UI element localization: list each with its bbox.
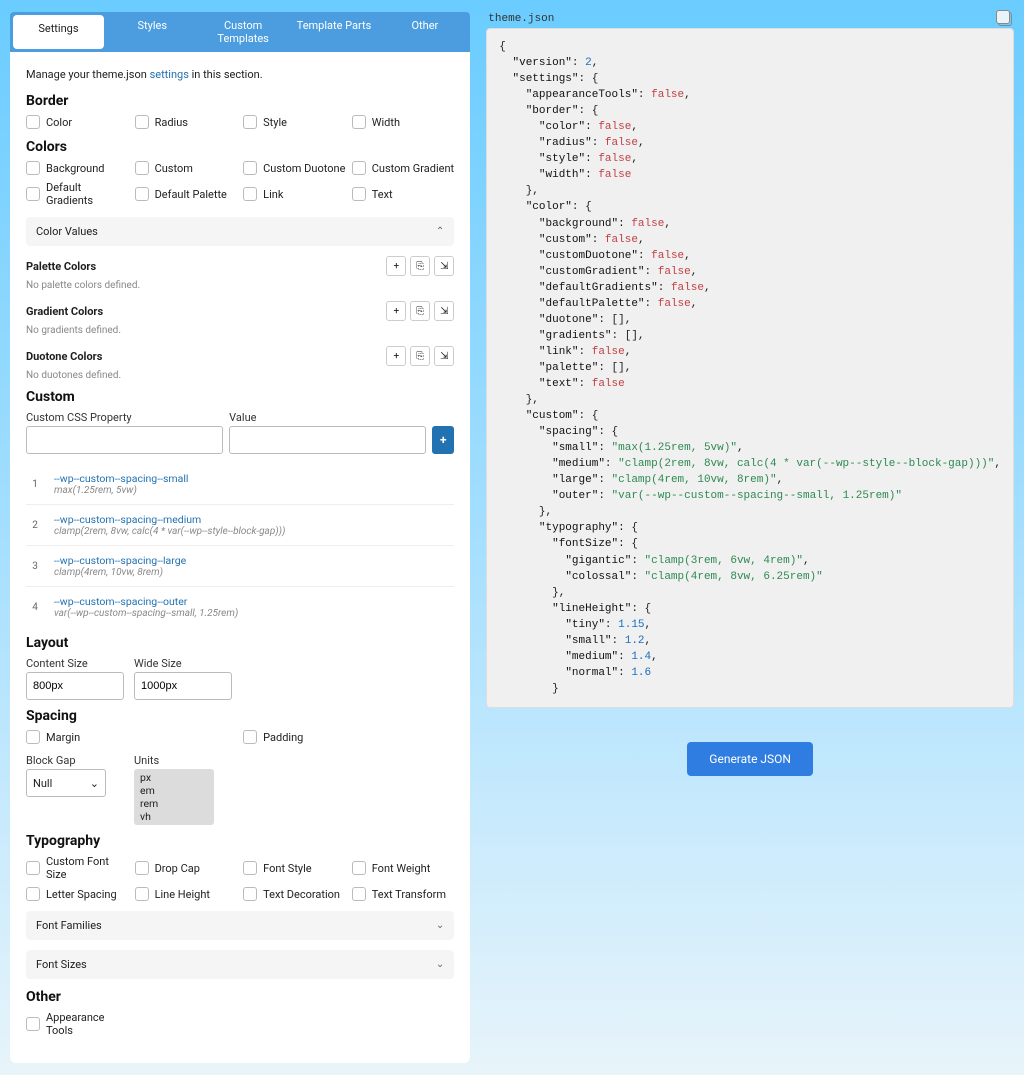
section-typography: Typography: [26, 833, 454, 849]
accordion-font-families[interactable]: Font Families ⌄: [26, 911, 454, 940]
expand-duotone-button[interactable]: ⇲: [434, 346, 454, 366]
input-content-size[interactable]: [26, 672, 124, 700]
duotone-empty: No duotones defined.: [26, 370, 454, 381]
input-css-value[interactable]: [229, 426, 426, 454]
checkbox-custom[interactable]: [135, 161, 149, 175]
palette-empty: No palette colors defined.: [26, 280, 454, 291]
section-other: Other: [26, 989, 454, 1005]
checkbox-border-color[interactable]: [26, 115, 40, 129]
custom-list: 1 --wp--custom--spacing--smallmax(1.25re…: [26, 464, 454, 627]
add-gradient-button[interactable]: +: [386, 301, 406, 321]
checkbox-text-decoration[interactable]: [243, 887, 257, 901]
checkbox-appearance-tools[interactable]: [26, 1017, 40, 1031]
label-css-property: Custom CSS Property: [26, 411, 223, 424]
label-units: Units: [134, 754, 232, 767]
checkbox-border-width[interactable]: [352, 115, 366, 129]
label-block-gap: Block Gap: [26, 754, 124, 767]
checkbox-border-radius[interactable]: [135, 115, 149, 129]
gradient-colors-title: Gradient Colors: [26, 305, 103, 318]
label-css-value: Value: [229, 411, 426, 424]
list-item[interactable]: 1 --wp--custom--spacing--smallmax(1.25re…: [26, 464, 454, 505]
input-css-property[interactable]: [26, 426, 223, 454]
tab-template-parts[interactable]: Template Parts: [289, 12, 380, 52]
tab-settings[interactable]: Settings: [13, 15, 104, 49]
checkbox-font-style[interactable]: [243, 861, 257, 875]
add-custom-button[interactable]: +: [432, 426, 454, 454]
colors-checks: Background Custom Custom Duotone Custom …: [26, 161, 454, 207]
checkbox-custom-gradient[interactable]: [352, 161, 366, 175]
checkbox-link[interactable]: [243, 187, 257, 201]
chevron-down-icon: ⌄: [436, 920, 444, 931]
checkbox-custom-font-size[interactable]: [26, 861, 40, 875]
section-custom: Custom: [26, 389, 454, 405]
json-preview: { "version": 2, "settings": { "appearanc…: [486, 28, 1014, 708]
select-block-gap[interactable]: Null⌄: [26, 769, 106, 797]
checkbox-background[interactable]: [26, 161, 40, 175]
checkbox-margin[interactable]: [26, 730, 40, 744]
checkbox-text-transform[interactable]: [352, 887, 366, 901]
border-checks: Color Radius Style Width: [26, 115, 454, 129]
accordion-font-sizes[interactable]: Font Sizes ⌄: [26, 950, 454, 979]
copy-icon[interactable]: [998, 12, 1012, 26]
tab-other[interactable]: Other: [379, 12, 470, 52]
generate-json-button[interactable]: Generate JSON: [687, 742, 813, 776]
accordion-color-values[interactable]: Color Values ⌃: [26, 217, 454, 246]
checkbox-font-weight[interactable]: [352, 861, 366, 875]
intro-text: Manage your theme.json settings in this …: [26, 68, 454, 81]
spacing-checks: Margin Padding: [26, 730, 454, 744]
input-wide-size[interactable]: [134, 672, 232, 700]
expand-gradient-button[interactable]: ⇲: [434, 301, 454, 321]
units-listbox[interactable]: px em rem vh: [134, 769, 214, 825]
list-item[interactable]: 3 --wp--custom--spacing--largeclamp(4rem…: [26, 546, 454, 587]
add-duotone-button[interactable]: +: [386, 346, 406, 366]
checkbox-custom-duotone[interactable]: [243, 161, 257, 175]
settings-link[interactable]: settings: [150, 68, 189, 81]
chevron-up-icon: ⌃: [436, 226, 444, 237]
tabs: Settings Styles Custom Templates Templat…: [10, 12, 470, 52]
tab-styles[interactable]: Styles: [107, 12, 198, 52]
other-checks: Appearance Tools: [26, 1011, 454, 1037]
import-palette-button[interactable]: ⎘: [410, 256, 430, 276]
expand-palette-button[interactable]: ⇲: [434, 256, 454, 276]
gradient-empty: No gradients defined.: [26, 325, 454, 336]
import-duotone-button[interactable]: ⎘: [410, 346, 430, 366]
duotone-colors-title: Duotone Colors: [26, 350, 102, 363]
checkbox-default-palette[interactable]: [135, 187, 149, 201]
checkbox-letter-spacing[interactable]: [26, 887, 40, 901]
checkbox-text[interactable]: [352, 187, 366, 201]
label-wide-size: Wide Size: [134, 657, 232, 670]
chevron-down-icon: ⌄: [90, 777, 99, 790]
tab-custom-templates[interactable]: Custom Templates: [198, 12, 289, 52]
list-item[interactable]: 4 --wp--custom--spacing--outervar(--wp--…: [26, 587, 454, 627]
typography-checks: Custom Font Size Drop Cap Font Style Fon…: [26, 855, 454, 901]
import-gradient-button[interactable]: ⎘: [410, 301, 430, 321]
add-palette-button[interactable]: +: [386, 256, 406, 276]
label-content-size: Content Size: [26, 657, 124, 670]
filename: theme.json: [488, 13, 554, 25]
section-spacing: Spacing: [26, 708, 454, 724]
chevron-down-icon: ⌄: [436, 959, 444, 970]
section-border: Border: [26, 93, 454, 109]
checkbox-border-style[interactable]: [243, 115, 257, 129]
section-colors: Colors: [26, 139, 454, 155]
settings-panel: Manage your theme.json settings in this …: [10, 52, 470, 1063]
list-item[interactable]: 2 --wp--custom--spacing--mediumclamp(2re…: [26, 505, 454, 546]
section-layout: Layout: [26, 635, 454, 651]
checkbox-padding[interactable]: [243, 730, 257, 744]
checkbox-drop-cap[interactable]: [135, 861, 149, 875]
checkbox-line-height[interactable]: [135, 887, 149, 901]
checkbox-default-gradients[interactable]: [26, 187, 40, 201]
palette-colors-title: Palette Colors: [26, 260, 96, 273]
